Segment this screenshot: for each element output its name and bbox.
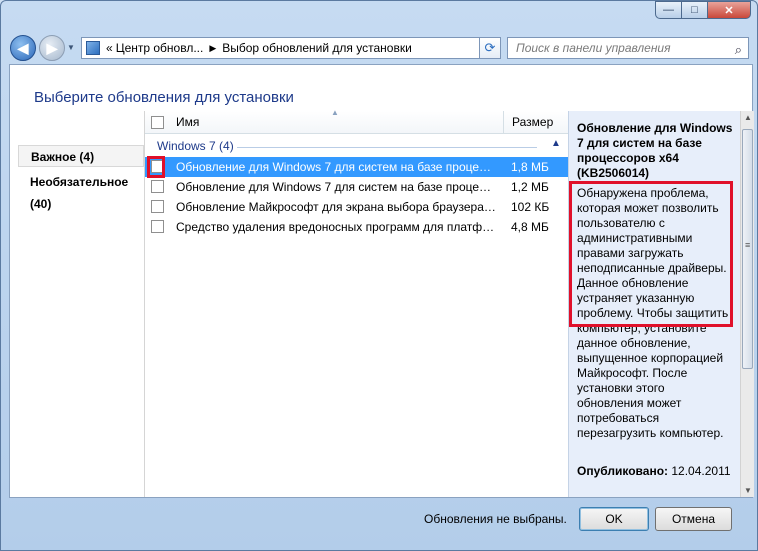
grip-icon: ≡ <box>745 240 751 250</box>
breadcrumb-select-updates[interactable]: Выбор обновлений для установки <box>222 41 412 55</box>
control-panel-icon <box>86 41 100 55</box>
chevron-up-icon[interactable]: ▲ <box>551 138 561 149</box>
published-date: 12.04.2011 <box>671 464 731 478</box>
update-size: 4,8 МБ <box>511 220 549 234</box>
status-text: Обновления не выбраны. <box>424 512 567 526</box>
details-pane: Обновление для Windows 7 для систем на б… <box>568 111 741 497</box>
update-size: 102 КБ <box>511 200 550 214</box>
published-label: Опубликовано: <box>577 464 669 478</box>
group-header[interactable]: Windows 7 (4) ▲ <box>145 137 569 155</box>
description-highlight-box <box>569 181 733 327</box>
search-icon[interactable]: ⌕ <box>735 40 742 60</box>
sidebar-item-important[interactable]: Важное (4) <box>18 145 144 167</box>
minimize-button[interactable]: — <box>655 1 681 19</box>
window-controls: — □ ✕ <box>655 1 751 19</box>
details-title: Обновление для Windows 7 для систем на б… <box>577 121 733 180</box>
search-placeholder: Поиск в панели управления <box>516 41 671 55</box>
sidebar-item-optional[interactable]: Необязательное (40) <box>18 171 144 211</box>
title-bar: — □ ✕ <box>1 1 757 31</box>
update-name: Обновление для Windows 7 для систем на б… <box>176 160 496 174</box>
updates-list: ▲ Имя Размер Windows 7 (4) ▲ Обновление … <box>144 108 569 497</box>
refresh-button[interactable]: ⟳ <box>479 37 501 59</box>
table-row[interactable]: Обновление для Windows 7 для систем на б… <box>145 157 569 177</box>
list-header: ▲ Имя Размер <box>145 108 569 134</box>
back-button[interactable]: ◀ <box>10 35 36 61</box>
update-name: Обновление для Windows 7 для систем на б… <box>176 180 496 194</box>
column-header-size[interactable]: Размер <box>503 111 569 133</box>
update-name: Обновление Майкрософт для экрана выбора … <box>176 200 496 214</box>
recent-pages-dropdown[interactable]: ▼ <box>67 43 75 52</box>
sort-arrow-icon: ▲ <box>331 108 339 117</box>
navigation-bar: ◀ ▶ ▼ « Центр обновл... ▶ Выбор обновлен… <box>1 31 757 63</box>
group-title: Windows 7 (4) <box>157 139 234 153</box>
column-header-name[interactable]: Имя <box>176 115 199 129</box>
row-checkbox[interactable] <box>151 220 164 233</box>
scroll-up-icon[interactable]: ▲ <box>744 113 752 122</box>
details-scrollbar[interactable]: ▲ ≡ ▼ <box>740 111 754 497</box>
breadcrumb-update-center[interactable]: Центр обновл... <box>116 41 204 55</box>
footer: Обновления не выбраны. OK Отмена <box>1 499 757 550</box>
close-button[interactable]: ✕ <box>707 1 751 19</box>
table-row[interactable]: Обновление для Windows 7 для систем на б… <box>145 177 569 197</box>
ok-button[interactable]: OK <box>579 507 649 531</box>
refresh-icon: ⟳ <box>484 40 496 55</box>
row-checkbox[interactable] <box>151 200 164 213</box>
maximize-button[interactable]: □ <box>681 1 707 19</box>
update-size: 1,8 МБ <box>511 160 549 174</box>
table-row[interactable]: Средство удаления вредоносных программ д… <box>145 217 569 237</box>
forward-button[interactable]: ▶ <box>39 35 65 61</box>
main-content: Выберите обновления для установки Важное… <box>9 64 754 498</box>
scroll-down-icon[interactable]: ▼ <box>744 486 752 495</box>
page-title: Выберите обновления для установки <box>34 89 294 106</box>
row-checkbox[interactable] <box>151 180 164 193</box>
table-row[interactable]: Обновление Майкрософт для экрана выбора … <box>145 197 569 217</box>
published-info: Опубликовано: 12.04.2011 <box>577 464 737 478</box>
breadcrumb-separator[interactable]: ▶ <box>209 43 216 54</box>
search-input[interactable]: Поиск в панели управления ⌕ <box>507 37 749 59</box>
group-divider <box>237 147 537 148</box>
scrollbar-thumb[interactable]: ≡ <box>742 129 753 369</box>
arrow-right-icon: ▶ <box>46 39 58 56</box>
update-name: Средство удаления вредоносных программ д… <box>176 220 496 234</box>
update-size: 1,2 МБ <box>511 180 549 194</box>
select-all-checkbox[interactable] <box>151 116 164 129</box>
cancel-button[interactable]: Отмена <box>655 507 732 531</box>
address-prefix[interactable]: « <box>106 41 113 55</box>
update-selection-window: — □ ✕ ◀ ▶ ▼ « Центр обновл... ▶ Выбор об… <box>0 0 758 551</box>
address-bar[interactable]: « Центр обновл... ▶ Выбор обновлений для… <box>81 37 501 59</box>
checkbox-highlight-box <box>147 156 165 178</box>
arrow-left-icon: ◀ <box>17 39 29 56</box>
